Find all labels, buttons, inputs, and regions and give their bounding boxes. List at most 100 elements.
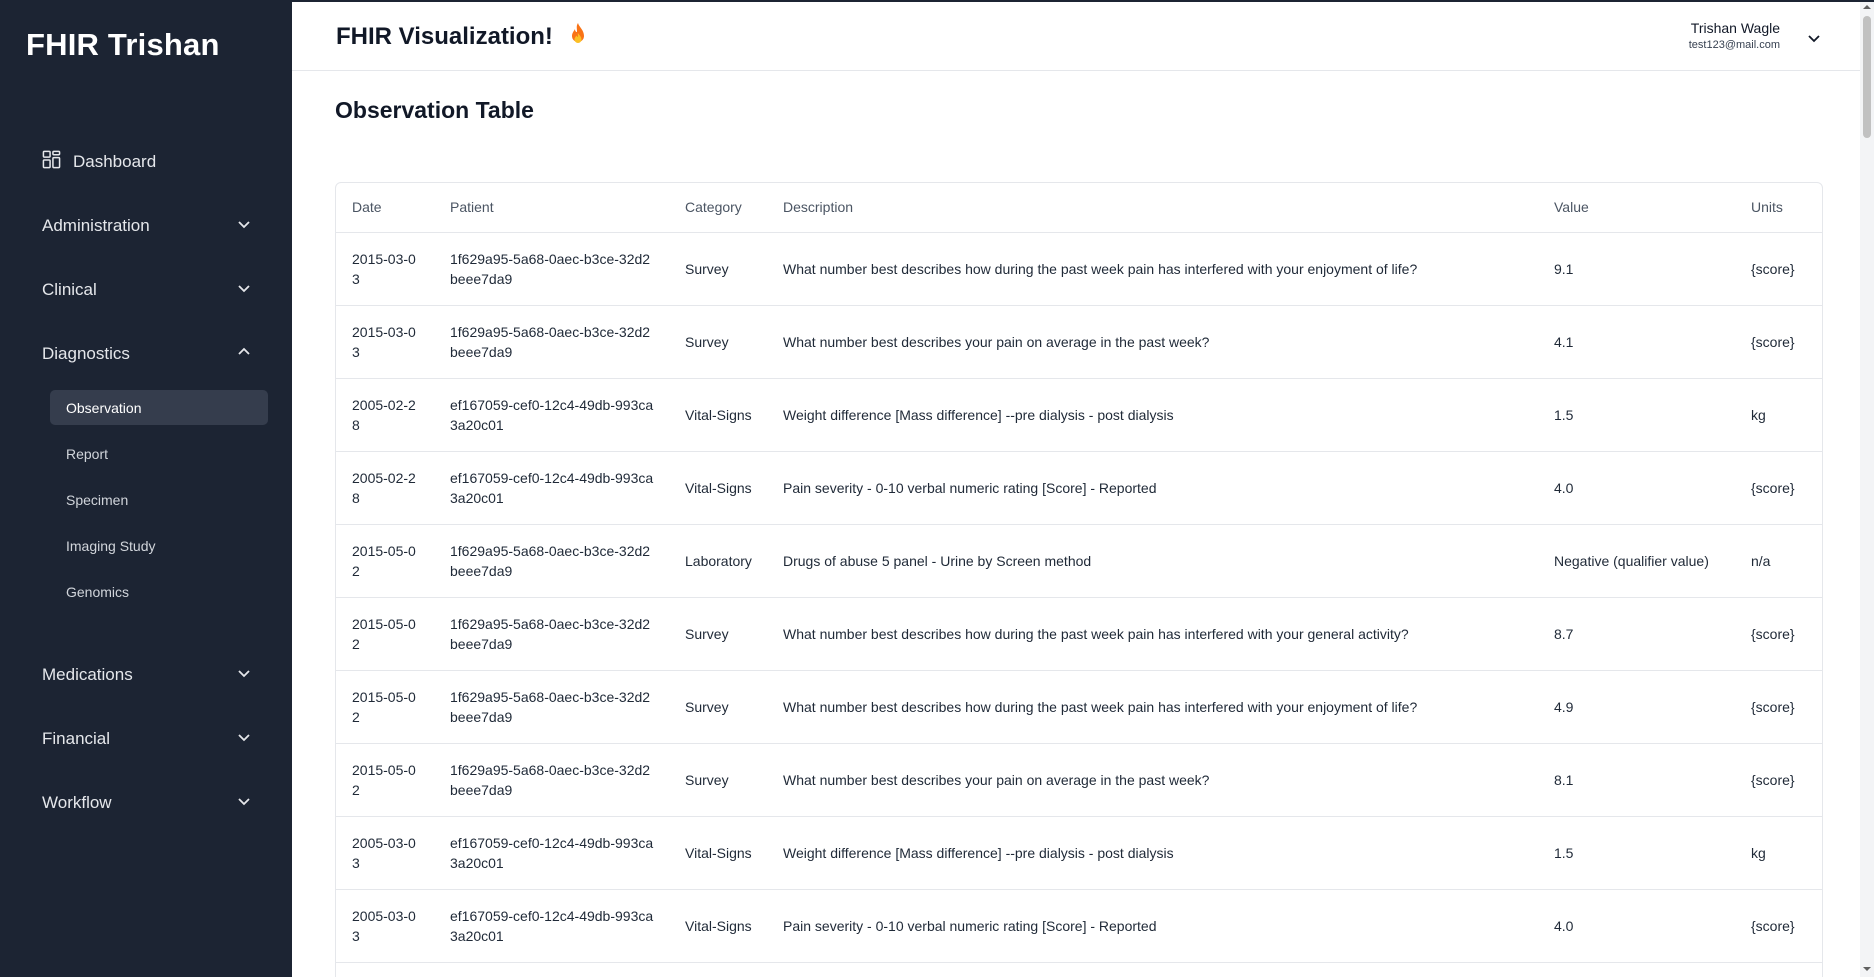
cell-units: {score} xyxy=(1735,670,1822,744)
window-top-border xyxy=(0,0,1874,2)
table-row[interactable]: 2015-03-03 1f629a95-5a68-0aec-b3ce-32d2b… xyxy=(336,305,1822,379)
cell-date: 2005-03-03 xyxy=(336,816,434,890)
column-header-description[interactable]: Description xyxy=(767,183,1538,233)
chevron-up-icon xyxy=(236,344,252,365)
cell-description: Pain severity - 0-10 verbal numeric rati… xyxy=(767,451,1538,525)
sidebar-group-financial[interactable]: Financial xyxy=(42,724,252,754)
table-row[interactable]: 2015-05-02 1f629a95-5a68-0aec-b3ce-32d2b… xyxy=(336,670,1822,744)
column-header-patient[interactable]: Patient xyxy=(434,183,669,233)
chevron-down-icon xyxy=(236,665,252,686)
cell-value: 4.0 xyxy=(1538,889,1735,963)
observation-table: Date Patient Category Description Value … xyxy=(336,183,1822,963)
user-name: Trishan Wagle xyxy=(1690,20,1780,36)
sidebar-group-label: Diagnostics xyxy=(42,344,130,363)
sidebar-group-administration[interactable]: Administration xyxy=(42,211,252,241)
cell-date: 2005-03-03 xyxy=(336,889,434,963)
sidebar-group-medications[interactable]: Medications xyxy=(42,660,252,690)
sidebar-group-clinical[interactable]: Clinical xyxy=(42,275,252,305)
cell-category: Vital-Signs xyxy=(669,451,767,525)
dashboard-grid-icon xyxy=(42,150,61,174)
table-row[interactable]: 2015-03-03 1f629a95-5a68-0aec-b3ce-32d2b… xyxy=(336,232,1822,306)
cell-units: n/a xyxy=(1735,524,1822,598)
cell-category: Vital-Signs xyxy=(669,889,767,963)
sidebar-group-label: Financial xyxy=(42,729,111,748)
cell-date: 2015-05-02 xyxy=(336,597,434,671)
cell-units: {score} xyxy=(1735,305,1822,379)
table-row[interactable]: 2005-03-03 ef167059-cef0-12c4-49db-993ca… xyxy=(336,816,1822,890)
cell-patient: ef167059-cef0-12c4-49db-993ca3a20c01 xyxy=(434,816,669,890)
cell-patient: ef167059-cef0-12c4-49db-993ca3a20c01 xyxy=(434,451,669,525)
column-header-category[interactable]: Category xyxy=(669,183,767,233)
user-menu[interactable]: Trishan Wagle test123@mail.com xyxy=(1689,20,1780,51)
cell-date: 2015-03-03 xyxy=(336,305,434,379)
cell-patient: 1f629a95-5a68-0aec-b3ce-32d2beee7da9 xyxy=(434,743,669,817)
cell-description: Drugs of abuse 5 panel - Urine by Screen… xyxy=(767,524,1538,598)
cell-category: Survey xyxy=(669,597,767,671)
sidebar-item-imaging-study[interactable]: Imaging Study xyxy=(50,528,268,563)
scroll-up-arrow-icon[interactable] xyxy=(1863,3,1871,11)
cell-category: Laboratory xyxy=(669,524,767,598)
cell-value: Negative (qualifier value) xyxy=(1538,524,1735,598)
cell-patient: 1f629a95-5a68-0aec-b3ce-32d2beee7da9 xyxy=(434,232,669,306)
cell-value: 8.7 xyxy=(1538,597,1735,671)
scroll-down-arrow-icon[interactable] xyxy=(1863,965,1871,973)
sidebar-group-workflow[interactable]: Workflow xyxy=(42,788,252,818)
cell-description: Weight difference [Mass difference] --pr… xyxy=(767,378,1538,452)
table-row[interactable]: 2015-05-02 1f629a95-5a68-0aec-b3ce-32d2b… xyxy=(336,524,1822,598)
cell-date: 2005-02-28 xyxy=(336,451,434,525)
chevron-down-icon xyxy=(236,793,252,814)
cell-value: 4.0 xyxy=(1538,451,1735,525)
cell-value: 9.1 xyxy=(1538,232,1735,306)
table-row[interactable]: 2015-05-02 1f629a95-5a68-0aec-b3ce-32d2b… xyxy=(336,743,1822,817)
user-email: test123@mail.com xyxy=(1688,39,1780,51)
cell-date: 2015-05-02 xyxy=(336,524,434,598)
column-header-units[interactable]: Units xyxy=(1735,183,1822,233)
app-title-text: FHIR Visualization! xyxy=(336,23,553,50)
cell-date: 2015-03-03 xyxy=(336,232,434,306)
cell-patient: 1f629a95-5a68-0aec-b3ce-32d2beee7da9 xyxy=(434,670,669,744)
cell-description: What number best describes your pain on … xyxy=(767,305,1538,379)
cell-description: What number best describes how during th… xyxy=(767,670,1538,744)
brand-logo[interactable]: FHIR Trishan xyxy=(26,27,220,63)
sidebar-item-observation[interactable]: Observation xyxy=(50,390,268,425)
app-title: FHIR Visualization! xyxy=(336,22,590,55)
sidebar: FHIR Trishan Dashboard Administration Cl… xyxy=(0,0,292,977)
cell-category: Survey xyxy=(669,670,767,744)
sidebar-group-diagnostics[interactable]: Diagnostics xyxy=(42,339,252,369)
cell-description: What number best describes how during th… xyxy=(767,597,1538,671)
cell-value: 8.1 xyxy=(1538,743,1735,817)
column-header-date[interactable]: Date xyxy=(336,183,434,233)
chevron-down-icon xyxy=(236,280,252,301)
cell-patient: ef167059-cef0-12c4-49db-993ca3a20c01 xyxy=(434,378,669,452)
cell-patient: ef167059-cef0-12c4-49db-993ca3a20c01 xyxy=(434,889,669,963)
chevron-down-icon xyxy=(236,729,252,750)
sidebar-item-dashboard[interactable]: Dashboard xyxy=(42,148,156,176)
cell-patient: 1f629a95-5a68-0aec-b3ce-32d2beee7da9 xyxy=(434,305,669,379)
sidebar-item-report[interactable]: Report xyxy=(50,436,268,471)
chevron-down-icon xyxy=(236,216,252,237)
sidebar-item-genomics[interactable]: Genomics xyxy=(50,574,268,609)
sidebar-group-label: Clinical xyxy=(42,280,97,299)
cell-description: What number best describes how during th… xyxy=(767,232,1538,306)
column-header-value[interactable]: Value xyxy=(1538,183,1735,233)
table-row[interactable]: 2005-02-28 ef167059-cef0-12c4-49db-993ca… xyxy=(336,451,1822,525)
page-title: Observation Table xyxy=(335,97,534,123)
cell-units: kg xyxy=(1735,816,1822,890)
sidebar-group-label: Workflow xyxy=(42,793,112,812)
cell-description: Pain severity - 0-10 verbal numeric rati… xyxy=(767,889,1538,963)
cell-units: {score} xyxy=(1735,597,1822,671)
cell-patient: 1f629a95-5a68-0aec-b3ce-32d2beee7da9 xyxy=(434,597,669,671)
scrollbar-thumb[interactable] xyxy=(1863,16,1871,138)
sidebar-item-specimen[interactable]: Specimen xyxy=(50,482,268,517)
sidebar-group-label: Medications xyxy=(42,665,133,684)
cell-description: What number best describes your pain on … xyxy=(767,743,1538,817)
table-row[interactable]: 2015-05-02 1f629a95-5a68-0aec-b3ce-32d2b… xyxy=(336,597,1822,671)
cell-units: {score} xyxy=(1735,743,1822,817)
cell-description: Weight difference [Mass difference] --pr… xyxy=(767,816,1538,890)
page-scrollbar[interactable] xyxy=(1860,0,1874,977)
chevron-down-icon[interactable] xyxy=(1806,30,1822,46)
cell-category: Survey xyxy=(669,232,767,306)
table-row[interactable]: 2005-02-28 ef167059-cef0-12c4-49db-993ca… xyxy=(336,378,1822,452)
table-row[interactable]: 2005-03-03 ef167059-cef0-12c4-49db-993ca… xyxy=(336,889,1822,963)
cell-value: 4.9 xyxy=(1538,670,1735,744)
